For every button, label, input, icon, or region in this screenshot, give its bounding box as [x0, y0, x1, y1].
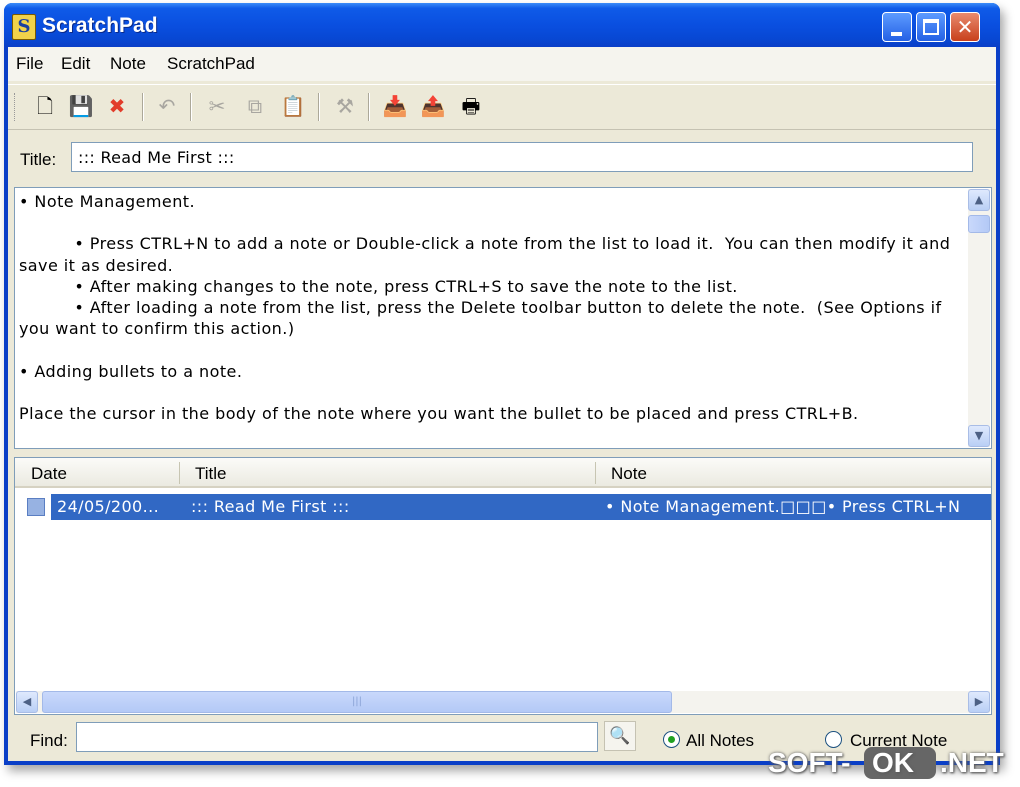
- scroll-right-icon[interactable]: ▶: [968, 691, 990, 713]
- scroll-up-icon[interactable]: ▲: [968, 189, 990, 211]
- maximize-button[interactable]: [916, 12, 946, 42]
- column-divider[interactable]: [179, 462, 180, 484]
- watermark-text-1: SOFT-: [768, 747, 851, 778]
- menu-edit[interactable]: Edit: [61, 54, 90, 74]
- minimize-button[interactable]: [882, 12, 912, 42]
- copy-icon[interactable]: ⧉: [240, 91, 270, 121]
- toolbar: 🗋 💾 ✖ ↶ ✂ ⧉ 📋 ⚒ 📥 📤 🖶: [8, 84, 996, 130]
- notes-list[interactable]: Date Title Note 24/05/200... ::: Read Me…: [14, 457, 992, 715]
- watermark-text-3: .NET: [940, 747, 1004, 778]
- options-icon[interactable]: ⚒: [330, 91, 360, 121]
- print-icon[interactable]: 🖶: [456, 91, 486, 121]
- close-button[interactable]: ✕: [950, 12, 980, 42]
- import-icon[interactable]: 📥: [380, 91, 410, 121]
- column-header-note[interactable]: Note: [611, 464, 647, 484]
- window-title: ScratchPad: [42, 14, 158, 37]
- toolbar-separator: [190, 93, 192, 121]
- maximize-icon: [923, 19, 939, 35]
- delete-icon[interactable]: ✖: [102, 91, 132, 121]
- title-label: Title:: [20, 150, 57, 169]
- editor-vertical-scrollbar[interactable]: ▲ ▼: [968, 189, 990, 447]
- menu-scratchpad[interactable]: ScratchPad: [167, 54, 255, 74]
- list-scroll-thumb[interactable]: |||: [42, 691, 672, 713]
- find-icon: 🔍: [609, 726, 631, 746]
- scroll-down-icon[interactable]: ▼: [968, 425, 990, 447]
- editor-scroll-thumb[interactable]: [968, 215, 990, 233]
- scratchpad-window: S ScratchPad ✕ File Edit Note ScratchPad…: [4, 3, 1000, 765]
- note-editor[interactable]: • Note Management. • Press CTRL+N to add…: [14, 187, 992, 449]
- current-note-radio[interactable]: [825, 731, 842, 748]
- toolbar-separator: [142, 93, 144, 121]
- column-header-date[interactable]: Date: [31, 464, 67, 484]
- title-input[interactable]: ::: Read Me First :::: [71, 142, 973, 172]
- close-icon: ✕: [956, 15, 974, 39]
- client-area: File Edit Note ScratchPad 🗋 💾 ✖ ↶ ✂ ⧉ 📋 …: [8, 47, 996, 761]
- watermark: SOFT- OK .NET: [768, 747, 1016, 779]
- new-note-icon[interactable]: 🗋: [30, 91, 60, 121]
- menu-bar: File Edit Note ScratchPad: [8, 47, 996, 81]
- watermark-text-2: OK: [872, 747, 914, 778]
- column-header-title[interactable]: Title: [195, 464, 227, 484]
- radio-selected-dot: [668, 736, 675, 743]
- undo-icon[interactable]: ↶: [152, 91, 182, 121]
- find-input[interactable]: [76, 722, 598, 752]
- title-bar[interactable]: S ScratchPad ✕: [4, 3, 1000, 47]
- note-body-text[interactable]: • Note Management. • Press CTRL+N to add…: [19, 191, 963, 424]
- menu-file[interactable]: File: [16, 54, 43, 74]
- toolbar-grip[interactable]: [14, 93, 18, 121]
- menu-note[interactable]: Note: [110, 54, 146, 74]
- column-divider[interactable]: [595, 462, 596, 484]
- toolbar-separator: [318, 93, 320, 121]
- list-header: Date Title Note: [15, 458, 991, 488]
- list-horizontal-scrollbar[interactable]: ◀ ||| ▶: [16, 691, 990, 713]
- row-title[interactable]: ::: Read Me First :::: [191, 497, 591, 516]
- all-notes-radio[interactable]: [663, 731, 680, 748]
- title-row: Title: ::: Read Me First :::: [8, 130, 996, 180]
- save-icon[interactable]: 💾: [66, 91, 96, 121]
- paste-icon[interactable]: 📋: [278, 91, 308, 121]
- all-notes-label[interactable]: All Notes: [686, 731, 754, 751]
- toolbar-separator: [368, 93, 370, 121]
- cut-icon[interactable]: ✂: [202, 91, 232, 121]
- export-icon[interactable]: 📤: [418, 91, 448, 121]
- minimize-icon: [891, 32, 902, 36]
- row-date[interactable]: 24/05/200...: [57, 497, 189, 516]
- row-checkbox[interactable]: [27, 498, 45, 516]
- scroll-left-icon[interactable]: ◀: [16, 691, 38, 713]
- row-note[interactable]: • Note Management.□□□• Press CTRL+N: [605, 497, 989, 516]
- find-button[interactable]: 🔍: [604, 721, 636, 751]
- app-icon[interactable]: S: [12, 14, 36, 40]
- find-label: Find:: [30, 731, 68, 750]
